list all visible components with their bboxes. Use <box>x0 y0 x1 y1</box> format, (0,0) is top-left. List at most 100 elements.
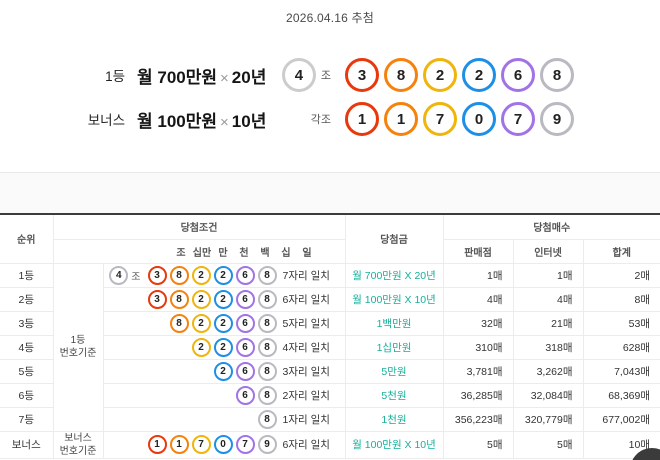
col-header-count: 당첨매수 <box>442 213 660 240</box>
store-count-cell: 310매 <box>442 334 514 360</box>
digit-position-label: 십만 <box>192 247 212 259</box>
store-count-cell: 1매 <box>442 262 514 288</box>
number-ball: 8 <box>257 265 277 285</box>
number-ball: 6 <box>235 337 255 357</box>
col-header-rank: 순위 <box>0 213 54 264</box>
prize-amount-cell: 5만원 <box>344 358 444 384</box>
number-ball: 1 <box>147 435 167 454</box>
rank-cell: 1등 <box>0 262 54 288</box>
match-digits-label: 1자리 일치 <box>282 413 330 426</box>
winning-condition-cell: 6 8 2자리 일치 <box>102 382 346 408</box>
match-digits-label: 6자리 일치 <box>282 293 330 306</box>
number-ball: 6 <box>235 289 255 309</box>
digit-position-label: 조 <box>176 247 186 259</box>
match-digits-label: 5자리 일치 <box>282 317 330 330</box>
internet-count-cell: 32,084매 <box>512 382 584 408</box>
number-ball: 6 <box>235 385 255 405</box>
digit-position-label: 일 <box>302 247 312 259</box>
bonus-ball-set: 117079 <box>345 102 574 136</box>
multiply-sign: × <box>220 69 229 87</box>
number-ball: 2 <box>423 58 457 92</box>
number-ball: 4 <box>109 265 129 285</box>
number-ball: 2 <box>213 265 233 285</box>
number-ball: 2 <box>213 361 233 381</box>
prize-amount-cell: 월 700만원 X 20년 <box>344 262 444 288</box>
multiply-sign: × <box>220 113 229 131</box>
store-count-cell: 32매 <box>442 310 514 336</box>
number-ball: 2 <box>191 289 211 309</box>
number-ball: 8 <box>384 58 418 92</box>
prize-results-table: 순위 당첨조건 당첨금 당첨매수 조 십만 만 천 백 십 일 판매점 인터넷 합계 1등 1… <box>0 213 660 459</box>
number-ball: 8 <box>540 58 574 92</box>
winning-condition-cell: 8 2 2 6 8 5자리 일치 <box>102 310 346 336</box>
col-header-condition: 당첨조건 <box>52 213 346 240</box>
prize-amount-cell: 월 100만원 X 10년 <box>344 286 444 312</box>
digit-position-label: 백 <box>260 247 270 259</box>
number-ball: 0 <box>462 102 496 136</box>
prize-amount-cell: 1천원 <box>344 406 444 432</box>
store-count-cell: 3,781매 <box>442 358 514 384</box>
bonus-number-basis-cell: 보너스 번호기준 <box>52 430 104 459</box>
match-digits-label: 3자리 일치 <box>282 365 330 378</box>
number-ball: 7 <box>235 435 255 454</box>
bonus-prize-row: 보너스 월 100만원 × 10년 각조 117079 <box>0 97 660 141</box>
first-number-basis-cell: 1등 번호기준 <box>52 262 104 432</box>
draw-date: 2026.04.16 추첨 <box>285 11 375 25</box>
internet-count-cell: 5매 <box>512 430 584 459</box>
group-label: 조 <box>320 70 331 82</box>
first-prize-amount: 월 700만원 × 20년 <box>137 63 266 88</box>
store-count-cell: 356,223매 <box>442 406 514 432</box>
number-ball: 1 <box>384 102 418 136</box>
number-ball: 1 <box>169 435 189 454</box>
number-ball: 2 <box>213 289 233 309</box>
prize-amount-cell: 월 100만원 X 10년 <box>344 430 444 459</box>
rank-cell: 3등 <box>0 310 54 336</box>
match-digits-label: 4자리 일치 <box>282 341 330 354</box>
rank-cell: 7등 <box>0 406 54 432</box>
number-ball: 8 <box>257 361 277 381</box>
total-count-cell: 68,369매 <box>582 382 660 408</box>
rank-cell: 2등 <box>0 286 54 312</box>
total-count-cell: 628매 <box>582 334 660 360</box>
first-prize-numbers: 4 조 382268 <box>281 58 574 92</box>
number-ball: 6 <box>235 361 255 381</box>
number-ball: 8 <box>257 313 277 333</box>
number-ball: 0 <box>213 435 233 454</box>
internet-count-cell: 1매 <box>512 262 584 288</box>
total-count-cell: 53매 <box>582 310 660 336</box>
digit-position-header: 조 십만 만 천 백 십 일 <box>53 238 346 264</box>
bonus-prize-numbers: 각조 117079 <box>306 102 574 136</box>
first-prize-ball-set: 382268 <box>345 58 574 92</box>
number-ball: 7 <box>191 435 211 454</box>
winning-condition-cell: 1 1 7 0 7 9 6자리 일치 <box>102 430 346 459</box>
total-count-cell: 2매 <box>582 262 660 288</box>
bonus-prize-amount: 월 100만원 × 10년 <box>137 107 266 132</box>
internet-count-cell: 21매 <box>512 310 584 336</box>
number-ball: 6 <box>235 265 255 285</box>
number-ball: 7 <box>423 102 457 136</box>
number-ball: 8 <box>169 289 189 309</box>
number-ball: 9 <box>540 102 574 136</box>
digit-position-label: 십 <box>281 247 291 259</box>
number-ball: 7 <box>501 102 535 136</box>
number-ball: 8 <box>257 337 277 357</box>
col-header-store: 판매점 <box>442 238 514 264</box>
group-number-ball: 4 <box>281 58 316 92</box>
winning-condition-cell: 3 8 2 2 6 8 6자리 일치 <box>102 286 346 312</box>
prize-amount-cell: 5천원 <box>344 382 444 408</box>
internet-count-cell: 320,779매 <box>512 406 584 432</box>
rank-cell: 6등 <box>0 382 54 408</box>
number-ball: 3 <box>147 289 167 309</box>
col-header-internet: 인터넷 <box>512 238 584 264</box>
group-label: 조 <box>131 271 141 283</box>
store-count-cell: 4매 <box>442 286 514 312</box>
number-ball: 2 <box>462 58 496 92</box>
number-ball: 6 <box>501 58 535 92</box>
col-header-total: 합계 <box>582 238 660 264</box>
table-row: 1등 1등 번호기준 4 조 3 8 2 2 6 8 7자리 일치 월 700만원 X 20년 1매 1매 2… <box>0 262 660 432</box>
number-ball: 2 <box>191 337 211 357</box>
rank-cell: 보너스 <box>0 430 54 459</box>
prize-amount-cell: 1백만원 <box>344 310 444 336</box>
winning-condition-cell: 2 2 6 8 4자리 일치 <box>102 334 346 360</box>
digit-position-label: 천 <box>239 247 249 259</box>
